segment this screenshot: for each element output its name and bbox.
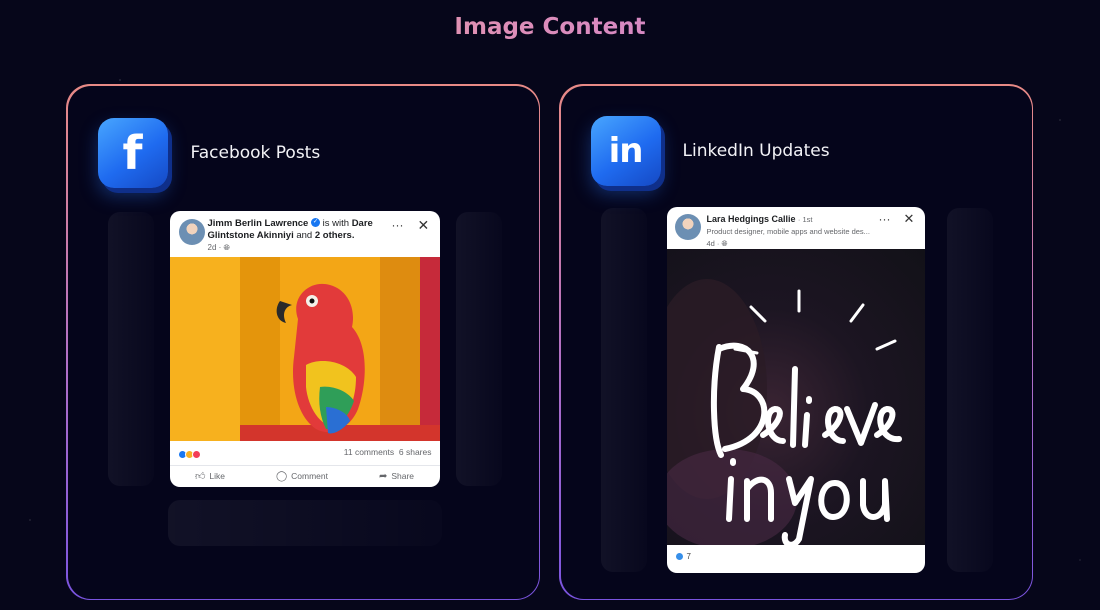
linkedin-panel-title: LinkedIn Updates	[682, 140, 830, 161]
carousel-ghost-right	[946, 207, 993, 572]
more-options-icon[interactable]: ···	[879, 213, 891, 225]
carousel-ghost-bottom	[167, 499, 442, 546]
post-actions: 👍︎ Like ◯ Comment ➦ Share	[169, 464, 440, 483]
facebook-panel: f Facebook Posts Jimm Berlin Lawrence ✓ …	[66, 84, 540, 600]
post-time: 2d ·	[207, 242, 224, 252]
linkedin-icon: in	[590, 115, 661, 186]
verified-badge-icon: ✓	[311, 218, 320, 228]
facebook-post-card[interactable]: Jimm Berlin Lawrence ✓ is with Dare Glin…	[169, 210, 440, 487]
close-icon[interactable]: ✕	[904, 212, 915, 225]
and-text: and	[293, 229, 315, 241]
more-options-icon[interactable]: ···	[392, 219, 404, 231]
share-icon: ➦	[378, 470, 388, 482]
facebook-panel-title: Facebook Posts	[190, 142, 321, 163]
page-heading: Image Content	[0, 14, 1100, 40]
facebook-icon: f	[97, 117, 168, 188]
comment-button[interactable]: ◯ Comment	[276, 470, 328, 483]
believe-in-you-image	[666, 248, 925, 545]
like-reaction-icon	[674, 551, 684, 561]
avatar	[178, 218, 205, 245]
thumbs-up-icon: 👍︎	[194, 471, 206, 482]
carousel-ghost-left	[600, 207, 647, 572]
parrot-image	[169, 256, 440, 441]
reaction-count: 7	[686, 551, 691, 561]
comment-icon: ◯	[275, 470, 288, 482]
tagged-others[interactable]: 2 others.	[315, 230, 355, 241]
love-reaction-icon	[191, 449, 201, 459]
carousel-ghost-right	[455, 211, 502, 486]
comments-count[interactable]: 11 comments	[344, 447, 394, 457]
post-author[interactable]: Jimm Berlin Lawrence	[208, 218, 309, 229]
avatar	[674, 213, 701, 240]
connection-degree: · 1st	[797, 214, 813, 224]
close-icon[interactable]: ✕	[418, 218, 430, 232]
with-text: is with	[320, 217, 352, 229]
like-button[interactable]: 👍︎ Like	[195, 470, 225, 483]
linkedin-panel: in LinkedIn Updates Lara Hedgings Callie…	[559, 84, 1033, 600]
globe-icon: 🌐︎	[721, 238, 728, 248]
post-time: 4d ·	[706, 238, 722, 248]
linkedin-post-card[interactable]: Lara Hedgings Callie · 1st Product desig…	[666, 206, 925, 573]
reactions[interactable]	[177, 446, 201, 464]
share-button[interactable]: ➦ Share	[379, 470, 414, 483]
author-headline: Product designer, mobile apps and websit…	[706, 226, 870, 236]
post-author[interactable]: Lara Hedgings Callie	[707, 214, 796, 224]
shares-count[interactable]: 6 shares	[399, 447, 432, 457]
carousel-ghost-left	[107, 211, 154, 486]
globe-icon: 🌐︎	[223, 242, 230, 252]
reactions[interactable]: 7	[674, 551, 691, 561]
